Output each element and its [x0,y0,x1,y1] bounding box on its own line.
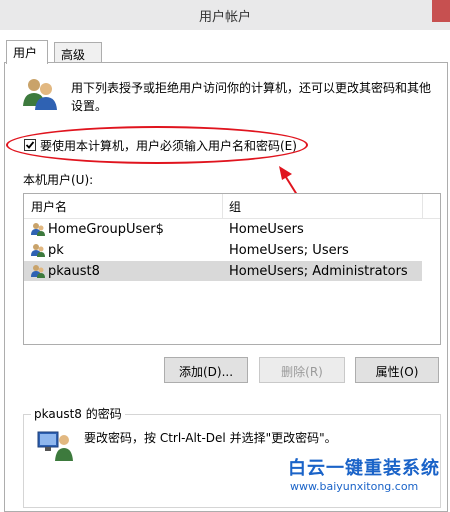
properties-button[interactable]: 属性(O) [355,357,439,383]
annotation-ellipse [6,126,308,164]
remove-user-button[interactable]: 删除(R) [259,357,345,383]
users-icon [23,79,57,110]
watermark-url: www.baiyunxitong.com [290,480,419,493]
users-table[interactable]: 用户名 组 HomeGroupUser$ HomeUsers pk HomeUs… [23,193,441,345]
users-section-label: 本机用户(U): [23,173,94,187]
row-username: pk [48,243,64,258]
user-icon [31,265,45,278]
user-icon [31,223,45,236]
table-row[interactable]: HomeGroupUser$ HomeUsers [24,219,422,239]
row-username: pkaust8 [48,264,100,279]
table-row-selected[interactable]: pkaust8 HomeUsers; Administrators [24,261,422,281]
watermark: 白云一键重装系统 www.baiyunxitong.com [286,454,450,507]
description-text: 用下列表授予或拒绝用户访问你的计算机，还可以更改其密码和其他设置。 [71,81,432,113]
password-instruction: 要改密码，按 Ctrl-Alt-Del 并选择"更改密码"。 [84,431,337,445]
tab-advanced[interactable]: 高级 [54,42,102,64]
column-separator [222,194,223,218]
title-bar: 用户帐户 [0,0,450,30]
password-group-title: pkaust8 的密码 [31,405,125,422]
row-username: HomeGroupUser$ [48,222,164,237]
column-separator [422,194,423,218]
window-title: 用户帐户 [198,10,251,25]
table-header: 用户名 组 [24,194,440,219]
watermark-title: 白云一键重装系统 [288,458,440,479]
column-header-username[interactable]: 用户名 [31,198,67,215]
add-user-button[interactable]: 添加(D)... [164,357,248,383]
row-group: HomeUsers [229,222,304,237]
tab-users[interactable]: 用户 [6,40,48,64]
close-button[interactable] [432,0,450,22]
table-row[interactable]: pk HomeUsers; Users [24,240,422,260]
column-header-group[interactable]: 组 [229,198,241,215]
password-user-icon [37,431,73,461]
user-icon [31,244,45,257]
row-group: HomeUsers; Users [229,243,349,258]
row-group: HomeUsers; Administrators [229,264,408,279]
